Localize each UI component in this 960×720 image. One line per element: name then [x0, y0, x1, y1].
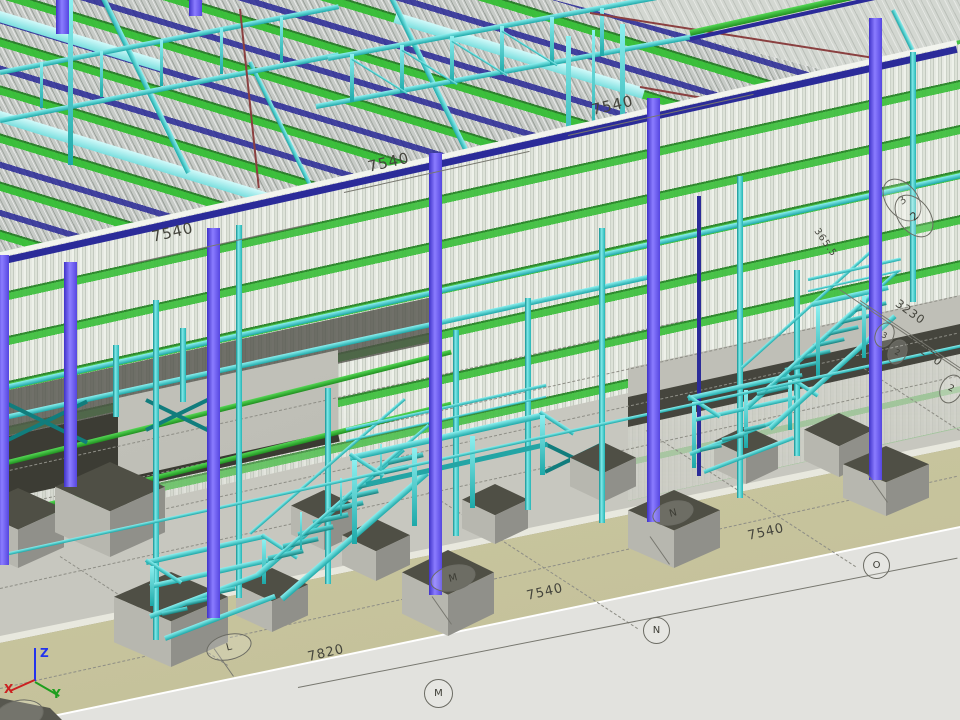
- mezzanine-post: [180, 328, 186, 402]
- mezzanine-post: [113, 345, 119, 417]
- steel-column-navy: [697, 196, 701, 476]
- z-axis-label: Z: [40, 646, 49, 660]
- y-axis-label: Y: [52, 687, 61, 701]
- landing-leg: [744, 390, 748, 448]
- grid-bubble: M: [424, 679, 453, 708]
- steel-column-cyan: [525, 298, 531, 510]
- handrail-baluster: [340, 478, 342, 516]
- steel-column-cyan: [599, 228, 605, 523]
- main-column-violet: [647, 98, 660, 522]
- z-axis-line: [34, 648, 36, 681]
- platform-post: [816, 306, 820, 376]
- landing-leg: [262, 540, 266, 584]
- handrail-baluster: [300, 512, 302, 550]
- x-axis-label: X: [4, 682, 13, 696]
- concrete-foundation: [843, 446, 929, 516]
- main-column-violet: [189, 0, 202, 16]
- truss-vertical: [40, 62, 43, 108]
- concrete-foundation: [402, 550, 494, 636]
- main-column-violet: [207, 228, 220, 618]
- platform-post: [540, 415, 545, 475]
- main-column-violet: [64, 262, 77, 487]
- steel-column-cyan: [910, 52, 916, 302]
- truss-vertical: [100, 51, 103, 97]
- platform-post: [412, 448, 417, 526]
- truss-vertical: [160, 40, 163, 86]
- viewport-3d-model[interactable]: 7540 7540 7540 365.5 3230 17220 7820 754…: [0, 0, 960, 720]
- steel-column-cyan: [737, 176, 743, 498]
- grid-bubble: N: [643, 617, 670, 644]
- main-column-violet: [429, 153, 442, 595]
- landing-leg: [692, 402, 696, 468]
- landing-leg: [150, 566, 154, 606]
- platform-post: [352, 460, 357, 544]
- truss-vertical: [220, 28, 223, 74]
- main-column-violet: [869, 18, 882, 480]
- platform-post: [470, 436, 475, 508]
- main-column-violet: [56, 0, 69, 34]
- grid-bubble: O: [863, 552, 890, 579]
- truss-vertical: [280, 17, 283, 63]
- truss-vertical: [550, 17, 554, 65]
- main-column-violet: [0, 255, 9, 565]
